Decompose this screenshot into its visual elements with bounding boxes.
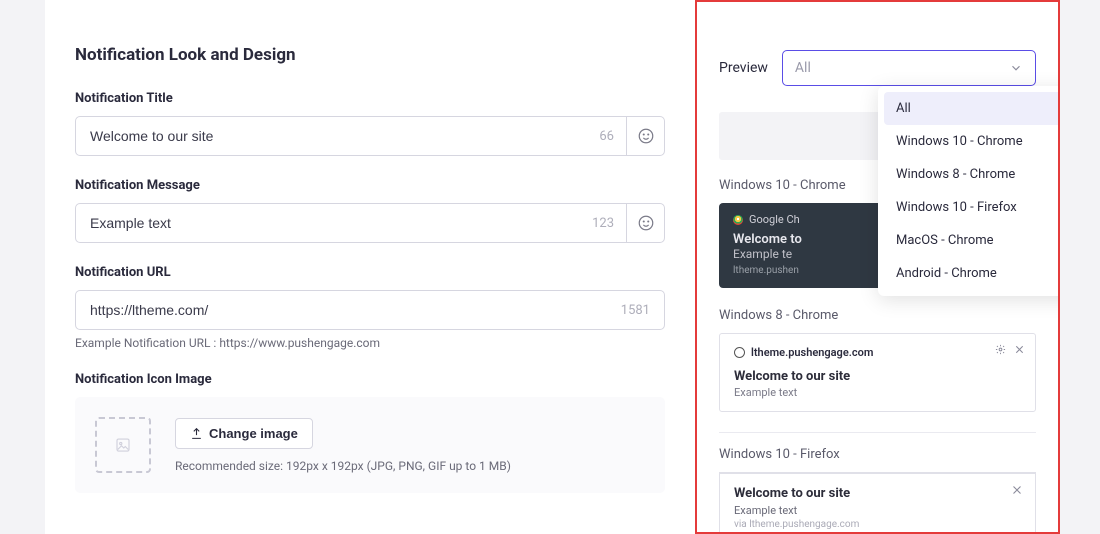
label-message: Notification Message	[75, 178, 665, 193]
chevron-down-icon	[1009, 61, 1023, 75]
input-wrap-title: 66	[75, 116, 665, 156]
input-wrap-url: 1581	[75, 290, 665, 330]
preview-label: Preview	[719, 60, 768, 76]
image-placeholder-icon	[114, 436, 132, 454]
change-image-button[interactable]: Change image	[175, 418, 313, 449]
url-counter: 1581	[621, 303, 664, 318]
close-icon[interactable]	[1011, 484, 1023, 496]
divider	[719, 432, 1036, 433]
section-title: Notification Look and Design	[75, 45, 665, 65]
notif-msg: Example text	[734, 386, 1021, 399]
label-url: Notification URL	[75, 265, 665, 280]
os-label-win10firefox: Windows 10 - Firefox	[719, 447, 1036, 462]
dropdown-item-win10-firefox[interactable]: Windows 10 - Firefox	[884, 191, 1060, 224]
field-icon: Notification Icon Image Change image Rec…	[75, 372, 665, 493]
field-message: Notification Message 123	[75, 178, 665, 243]
upload-icon	[190, 427, 203, 440]
smile-icon	[637, 127, 655, 145]
notif-site: ltheme.pushengage.com	[751, 346, 873, 359]
dropdown-item-macos-chrome[interactable]: MacOS - Chrome	[884, 224, 1060, 257]
notif-win8-chrome: ltheme.pushengage.com Welcome to our sit…	[719, 333, 1036, 412]
icon-upload-info: Change image Recommended size: 192px x 1…	[175, 418, 511, 473]
icon-upload-row: Change image Recommended size: 192px x 1…	[75, 397, 665, 493]
message-input[interactable]	[76, 215, 592, 231]
title-counter: 66	[599, 129, 626, 144]
preview-panel: Preview All Windows 10 - Chrome Google C…	[695, 0, 1060, 534]
label-icon: Notification Icon Image	[75, 372, 665, 387]
gear-icon[interactable]	[995, 344, 1006, 355]
dropdown-item-win10-chrome[interactable]: Windows 10 - Chrome	[884, 125, 1060, 158]
url-input[interactable]	[76, 302, 621, 318]
close-icon[interactable]	[1014, 344, 1025, 355]
input-wrap-message: 123	[75, 203, 665, 243]
label-title: Notification Title	[75, 91, 665, 106]
chrome-icon	[733, 215, 743, 225]
preview-select[interactable]: All	[782, 50, 1036, 86]
notif-via: via ltheme.pushengage.com	[734, 519, 1021, 530]
notif-msg: Example text	[734, 504, 1021, 517]
icon-recommended: Recommended size: 192px x 192px (JPG, PN…	[175, 459, 511, 473]
emoji-button-message[interactable]	[626, 204, 664, 242]
globe-icon	[734, 347, 745, 358]
preview-header: Preview All	[719, 50, 1036, 86]
notif-title: Welcome to our site	[734, 369, 1021, 384]
preview-dropdown: All Windows 10 - Chrome Windows 8 - Chro…	[878, 86, 1060, 296]
notif-win10-firefox: Welcome to our site Example text via lth…	[719, 472, 1036, 534]
smile-icon	[637, 214, 655, 232]
url-help: Example Notification URL : https://www.p…	[75, 336, 665, 350]
field-url: Notification URL 1581 Example Notificati…	[75, 265, 665, 350]
preview-select-value: All	[795, 60, 811, 76]
emoji-button-title[interactable]	[626, 117, 664, 155]
main-form: Notification Look and Design Notificatio…	[45, 0, 695, 534]
dropdown-item-android-chrome[interactable]: Android - Chrome	[884, 257, 1060, 290]
dropdown-item-all[interactable]: All	[884, 92, 1060, 125]
message-counter: 123	[592, 216, 626, 231]
gc-label: Google Ch	[749, 213, 800, 226]
os-label-win8chrome: Windows 8 - Chrome	[719, 308, 1036, 323]
dropdown-item-win8-chrome[interactable]: Windows 8 - Chrome	[884, 158, 1060, 191]
change-image-label: Change image	[209, 426, 298, 441]
notif-ctrls	[995, 344, 1025, 355]
title-input[interactable]	[76, 128, 599, 144]
field-title: Notification Title 66	[75, 91, 665, 156]
icon-placeholder[interactable]	[95, 417, 151, 473]
notif-title: Welcome to our site	[734, 486, 1021, 501]
